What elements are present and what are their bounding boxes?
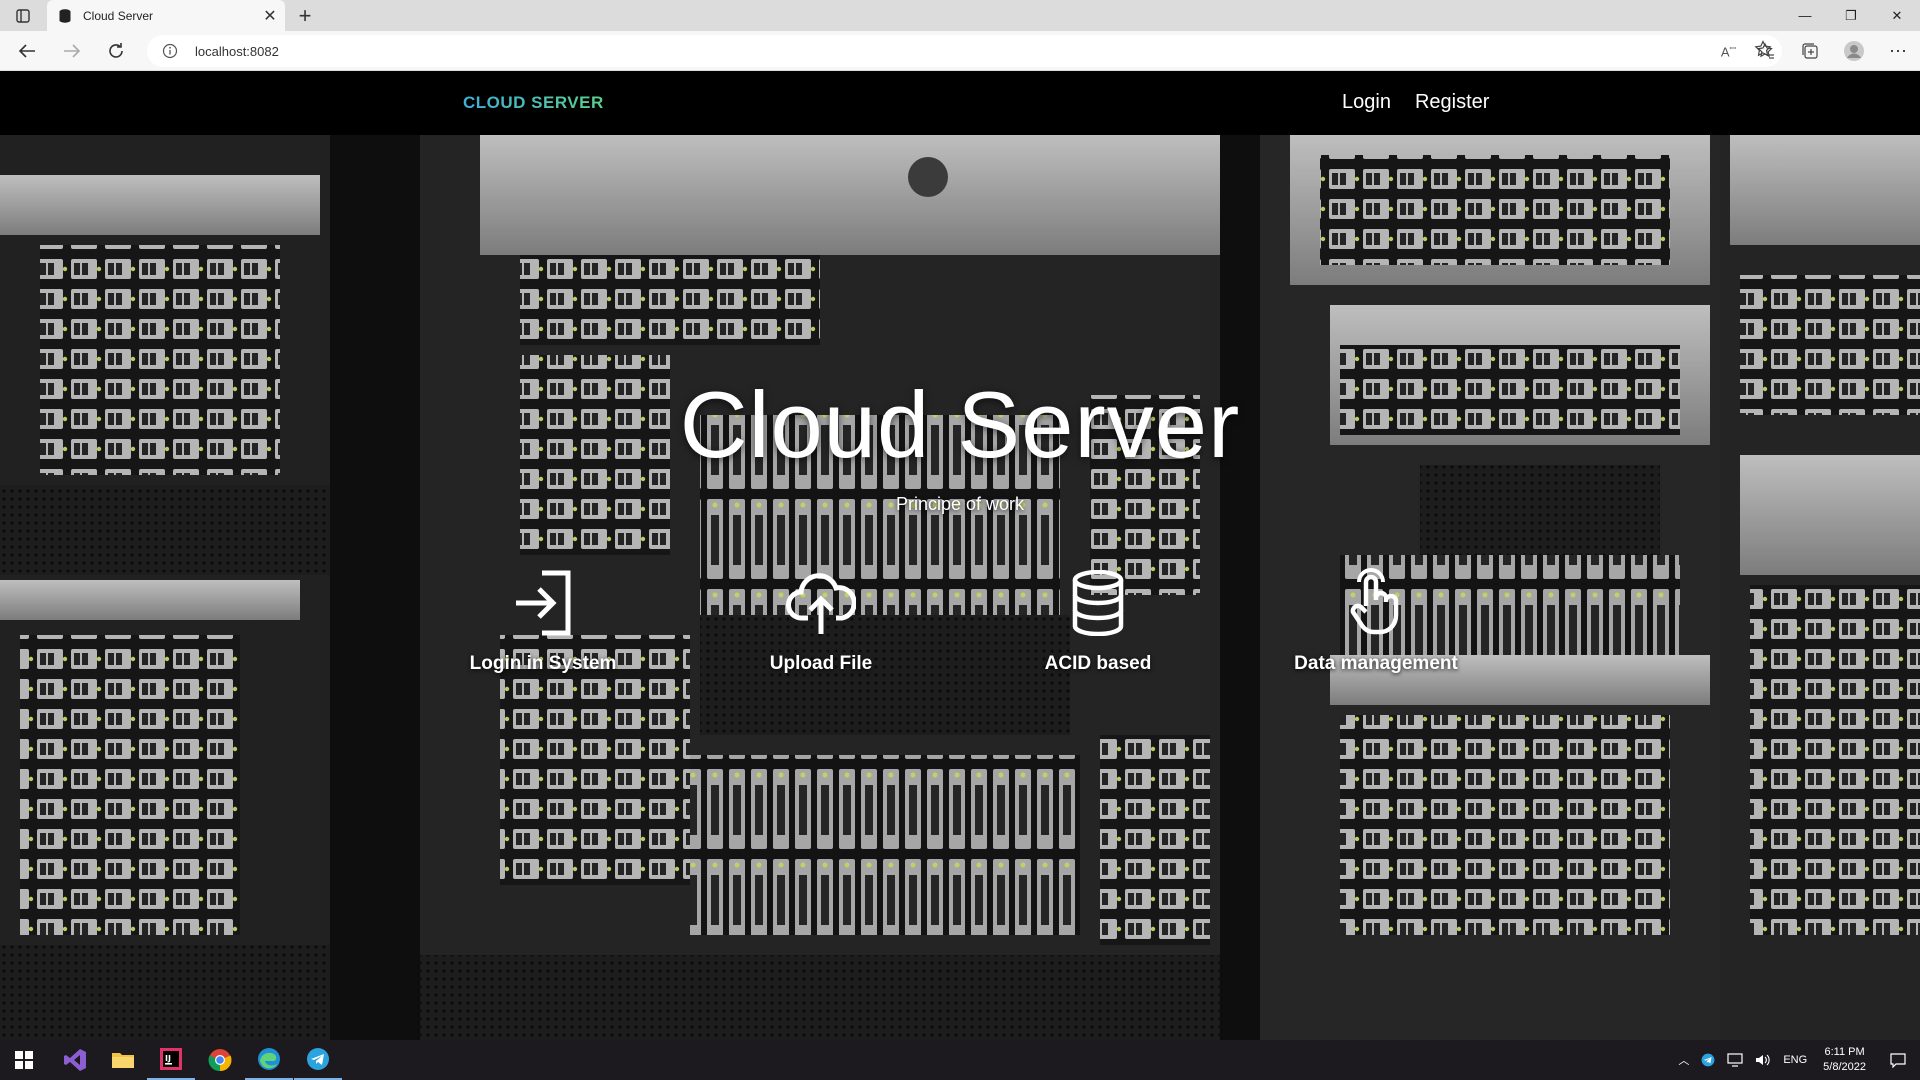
clock-date: 5/8/2022 bbox=[1823, 1061, 1866, 1073]
tab-title: Cloud Server bbox=[83, 8, 154, 23]
browser-tab-bar: Cloud Server ✕ + — ❐ ✕ bbox=[0, 0, 1920, 31]
file-explorer-icon[interactable] bbox=[99, 1040, 147, 1080]
info-icon[interactable] bbox=[161, 42, 179, 60]
login-link[interactable]: Login bbox=[1342, 91, 1391, 114]
chrome-icon[interactable] bbox=[196, 1040, 244, 1080]
feature-label: ACID based bbox=[1044, 653, 1152, 674]
refresh-icon[interactable] bbox=[101, 37, 131, 65]
restore-icon[interactable]: ❐ bbox=[1828, 0, 1874, 31]
system-tray: ︿ ENG 6:11 PM 5/8/2022 bbox=[1672, 1040, 1920, 1080]
address-url: localhost:8082 bbox=[195, 43, 279, 59]
browser-tab[interactable]: Cloud Server ✕ bbox=[47, 0, 285, 31]
database-favicon-icon bbox=[59, 8, 73, 23]
svg-text:IJ: IJ bbox=[165, 1054, 171, 1063]
feature-data-management: Data management bbox=[1266, 560, 1486, 675]
clock-time: 6:11 PM bbox=[1824, 1046, 1865, 1058]
feature-login: Login in System bbox=[433, 560, 653, 675]
feature-label: Login in System bbox=[469, 653, 617, 674]
brand-logo-link[interactable]: CLOUD SERVER bbox=[463, 93, 604, 113]
feature-upload: Upload File bbox=[711, 560, 931, 675]
notifications-icon[interactable] bbox=[1876, 1052, 1920, 1068]
edge-icon[interactable] bbox=[245, 1040, 293, 1080]
volume-icon[interactable] bbox=[1749, 1053, 1777, 1067]
browser-toolbar: localhost:8082 Aꟷ ⋯ bbox=[0, 31, 1920, 71]
collections-icon[interactable] bbox=[1788, 35, 1832, 67]
login-icon bbox=[433, 560, 653, 636]
web-page: CLOUD SERVER Login Register Cloud Server… bbox=[0, 71, 1920, 1040]
new-tab-icon[interactable]: + bbox=[292, 3, 318, 29]
cloud-upload-icon bbox=[711, 560, 931, 636]
feature-acid: ACID based bbox=[988, 560, 1208, 675]
hand-pointer-icon bbox=[1266, 560, 1486, 636]
read-aloud-icon[interactable]: Aꟷ bbox=[1721, 43, 1736, 59]
profile-avatar-icon[interactable] bbox=[1832, 35, 1876, 67]
feature-label: Upload File bbox=[769, 653, 873, 674]
telegram-icon[interactable] bbox=[294, 1040, 342, 1080]
favorites-icon[interactable] bbox=[1744, 35, 1788, 67]
feature-label: Data management bbox=[1294, 653, 1458, 674]
nav-links: Login Register bbox=[1342, 91, 1489, 114]
register-link[interactable]: Register bbox=[1415, 91, 1489, 114]
features-row: Login in System Upload File ACID based D… bbox=[0, 135, 1920, 1040]
network-icon[interactable] bbox=[1721, 1053, 1749, 1067]
visual-studio-icon[interactable] bbox=[51, 1040, 99, 1080]
windows-taskbar: IJ ︿ ENG 6:11 PM 5/8/2022 bbox=[0, 1040, 1920, 1080]
windows-start-icon[interactable] bbox=[0, 1040, 48, 1080]
back-icon[interactable] bbox=[12, 37, 42, 65]
language-indicator[interactable]: ENG bbox=[1777, 1054, 1813, 1066]
hero-section: Cloud Server Principe of work Login in S… bbox=[0, 135, 1920, 1040]
close-window-icon[interactable]: ✕ bbox=[1874, 0, 1920, 31]
more-menu-icon[interactable]: ⋯ bbox=[1876, 35, 1920, 67]
address-bar[interactable]: localhost:8082 Aꟷ bbox=[147, 35, 1782, 67]
close-tab-icon[interactable]: ✕ bbox=[259, 5, 281, 27]
forward-icon[interactable] bbox=[57, 37, 87, 65]
site-navbar: CLOUD SERVER Login Register bbox=[0, 71, 1920, 135]
system-clock[interactable]: 6:11 PM 5/8/2022 bbox=[1813, 1045, 1876, 1075]
telegram-tray-icon[interactable] bbox=[1695, 1053, 1721, 1067]
tab-actions-icon[interactable] bbox=[10, 5, 36, 27]
intellij-icon[interactable]: IJ bbox=[147, 1040, 195, 1080]
minimize-icon[interactable]: — bbox=[1782, 0, 1828, 31]
database-icon bbox=[988, 560, 1208, 636]
show-hidden-icons-icon[interactable]: ︿ bbox=[1672, 1052, 1695, 1068]
